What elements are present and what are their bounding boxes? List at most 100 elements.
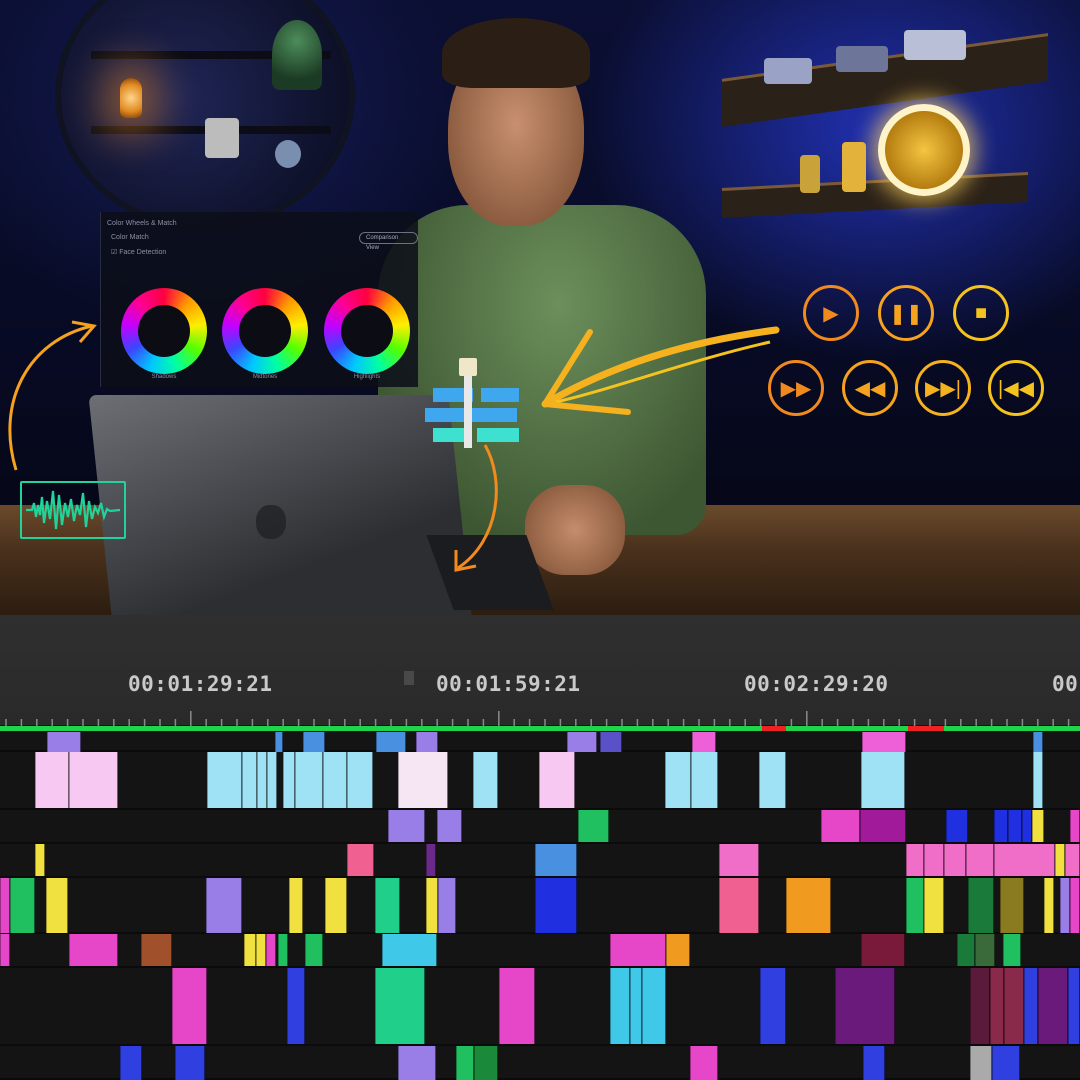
timeline-clip[interactable] xyxy=(990,968,1004,1044)
timeline-clip[interactable] xyxy=(691,752,718,808)
timeline-clip[interactable] xyxy=(499,968,535,1044)
timeline-clip[interactable] xyxy=(906,878,924,933)
timeline-clip[interactable] xyxy=(278,934,288,966)
timeline-clip[interactable] xyxy=(642,968,666,1044)
timeline-clip[interactable] xyxy=(610,934,666,966)
timeline-clip[interactable] xyxy=(207,752,242,808)
timeline-clip[interactable] xyxy=(287,968,305,1044)
timeline-clip[interactable] xyxy=(970,1046,992,1080)
timeline-clip[interactable] xyxy=(578,810,609,842)
timeline-clip[interactable] xyxy=(295,752,323,808)
timeline-clip[interactable] xyxy=(535,878,577,933)
timeline-clip[interactable] xyxy=(1055,844,1065,876)
timeline-clip[interactable] xyxy=(69,752,118,808)
timeline-clip[interactable] xyxy=(242,752,257,808)
timeline-clip[interactable] xyxy=(994,844,1055,876)
timeline-clip[interactable] xyxy=(438,878,456,933)
timeline-clip[interactable] xyxy=(906,844,924,876)
timeline-clip[interactable] xyxy=(303,732,325,752)
timeline-clip[interactable] xyxy=(267,752,277,808)
timeline-clip[interactable] xyxy=(323,752,347,808)
timeline-clip[interactable] xyxy=(456,1046,474,1080)
timeline-clip[interactable] xyxy=(474,1046,498,1080)
timeline-clip[interactable] xyxy=(861,752,905,808)
timeline-clip[interactable] xyxy=(665,752,691,808)
timeline-clip[interactable] xyxy=(375,878,400,933)
timeline-clip[interactable] xyxy=(398,752,448,808)
timeline-clip[interactable] xyxy=(1065,844,1080,876)
timeline-clip[interactable] xyxy=(970,968,990,1044)
timeline-clip[interactable] xyxy=(69,934,118,966)
timeline-clip[interactable] xyxy=(1070,878,1080,933)
timeline-clip[interactable] xyxy=(289,878,303,933)
timeline-clip[interactable] xyxy=(966,844,994,876)
timeline-clip[interactable] xyxy=(0,878,10,933)
timeline-clip[interactable] xyxy=(376,732,406,752)
timeline-clip[interactable] xyxy=(1033,752,1043,808)
timeline-clip[interactable] xyxy=(944,844,966,876)
timeline-clip[interactable] xyxy=(760,968,786,1044)
timeline-clip[interactable] xyxy=(35,844,45,876)
timeline-clip[interactable] xyxy=(347,752,373,808)
timeline-clip[interactable] xyxy=(600,732,622,752)
editing-timeline[interactable]: 00:01:29:21 00:01:59:21 00:02:29:20 00 xyxy=(0,615,1080,1080)
timeline-clip[interactable] xyxy=(1044,878,1054,933)
timeline-clip[interactable] xyxy=(46,878,68,933)
timeline-clip[interactable] xyxy=(1022,810,1032,842)
timeline-clip[interactable] xyxy=(567,732,597,752)
timeline-clip[interactable] xyxy=(47,732,81,752)
timeline-clip[interactable] xyxy=(347,844,374,876)
timeline-clip[interactable] xyxy=(172,968,207,1044)
timeline-clip[interactable] xyxy=(786,878,831,933)
timeline-clip[interactable] xyxy=(257,752,267,808)
timeline-clip[interactable] xyxy=(244,934,256,966)
timeline-clip[interactable] xyxy=(1033,732,1043,752)
timeline-clip[interactable] xyxy=(968,878,994,933)
timeline-clip[interactable] xyxy=(924,878,944,933)
timeline-clip[interactable] xyxy=(375,968,425,1044)
timeline-clip[interactable] xyxy=(398,1046,436,1080)
timeline-clip[interactable] xyxy=(1000,878,1024,933)
timeline-clip[interactable] xyxy=(957,934,975,966)
timeline-clip[interactable] xyxy=(666,934,690,966)
timeline-clip[interactable] xyxy=(610,968,630,1044)
timeline-clip[interactable] xyxy=(416,732,438,752)
timeline-clip[interactable] xyxy=(175,1046,205,1080)
timeline-clip[interactable] xyxy=(0,934,10,966)
timeline-clip[interactable] xyxy=(1032,810,1044,842)
timeline-clip[interactable] xyxy=(120,1046,142,1080)
timeline-clip[interactable] xyxy=(862,732,906,752)
timeline-clip[interactable] xyxy=(1008,810,1022,842)
timeline-clip[interactable] xyxy=(325,878,347,933)
timeline-clip[interactable] xyxy=(141,934,172,966)
timeline-clip[interactable] xyxy=(388,810,425,842)
timeline-clip[interactable] xyxy=(266,934,276,966)
timeline-clip[interactable] xyxy=(539,752,575,808)
timeline-clip[interactable] xyxy=(719,844,759,876)
timeline-clip[interactable] xyxy=(946,810,968,842)
timeline-clip[interactable] xyxy=(690,1046,718,1080)
playhead-handle[interactable] xyxy=(404,671,414,685)
timeline-clip[interactable] xyxy=(382,934,437,966)
timeline-clip[interactable] xyxy=(1060,878,1070,933)
timeline-clip[interactable] xyxy=(861,934,905,966)
timeline-clip[interactable] xyxy=(1004,968,1024,1044)
timeline-clip[interactable] xyxy=(35,752,69,808)
timeline-clip[interactable] xyxy=(863,1046,885,1080)
timeline-clip[interactable] xyxy=(630,968,642,1044)
timeline-clip[interactable] xyxy=(975,934,995,966)
timeline-clip[interactable] xyxy=(1003,934,1021,966)
timeline-clip[interactable] xyxy=(994,810,1008,842)
timeline-clip[interactable] xyxy=(535,844,577,876)
timeline-clip[interactable] xyxy=(473,752,498,808)
timeline-clip[interactable] xyxy=(821,810,860,842)
timeline-clip[interactable] xyxy=(256,934,266,966)
timeline-clip[interactable] xyxy=(1024,968,1038,1044)
timeline-clip[interactable] xyxy=(1070,810,1080,842)
timeline-clip[interactable] xyxy=(426,844,436,876)
timeline-clip[interactable] xyxy=(283,752,295,808)
timeline-clip[interactable] xyxy=(835,968,895,1044)
timeline-clip[interactable] xyxy=(206,878,242,933)
timeline-clip[interactable] xyxy=(759,752,786,808)
timeline-clip[interactable] xyxy=(992,1046,1020,1080)
